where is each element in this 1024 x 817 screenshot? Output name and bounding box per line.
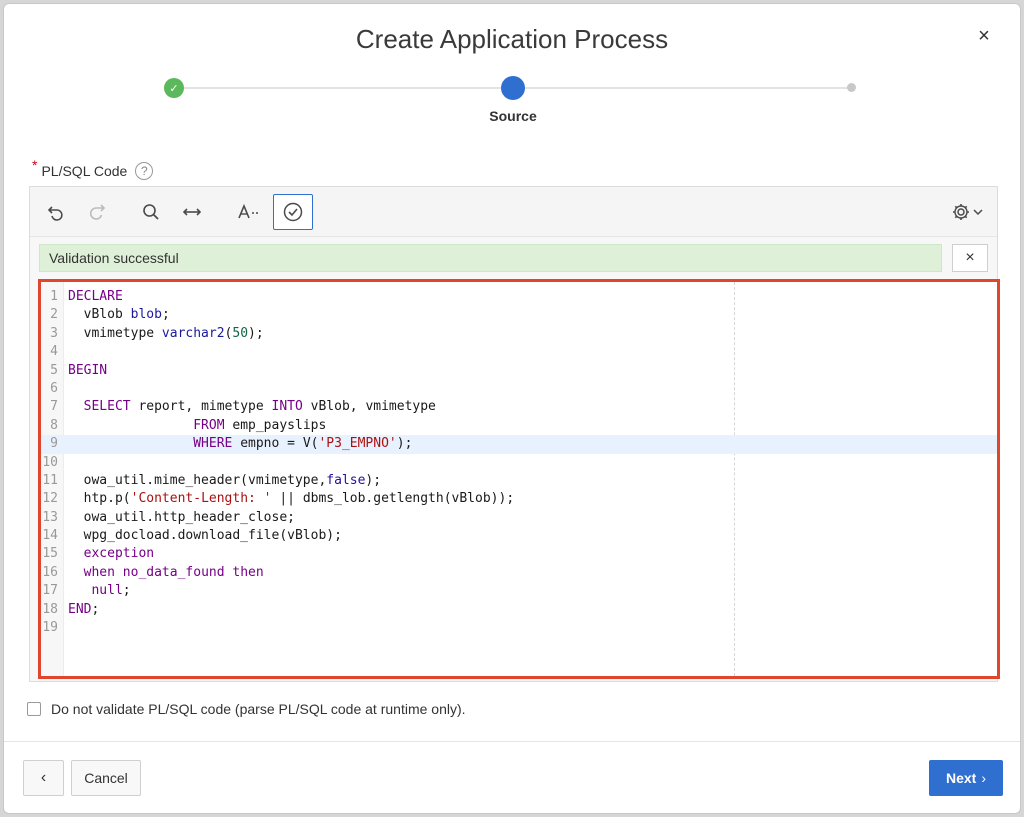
code-line: 13 owa_util.http_header_close; [41, 509, 997, 527]
code-line-text: when no_data_found then [83, 564, 264, 580]
code-line-text: owa_util.mime_header(vmimetype,false); [68, 472, 382, 488]
line-number: 18 [42, 601, 58, 617]
line-number: 19 [42, 620, 58, 636]
line-number: 8 [50, 417, 58, 433]
code-text-area[interactable]: 1 DECLARE 2 vBlob blob; 3 vmimetype varchar… [38, 279, 1000, 679]
code-lines: 1 DECLARE 2 vBlob blob; 3 vmimetype varchar… [41, 288, 997, 637]
wizard-track-left [174, 87, 514, 89]
code-line: 16 when no_data_found then [41, 564, 997, 582]
chevron-down-icon [973, 209, 983, 216]
check-icon: ✓ [169, 81, 179, 95]
line-number: 1 [50, 289, 58, 304]
redo-button[interactable] [77, 194, 117, 230]
wizard-step-label: Source [489, 108, 537, 124]
line-number: 13 [42, 509, 58, 525]
code-line-text: DECLARE [68, 289, 123, 304]
line-number: 14 [42, 528, 58, 544]
code-line: 18 END; [41, 601, 997, 619]
line-number: 2 [50, 307, 58, 323]
create-process-dialog: Create Application Process × ✓ Source * … [3, 3, 1021, 814]
validation-message: Validation successful [39, 244, 942, 272]
text-size-button[interactable] [228, 194, 268, 230]
settings-gear-icon [953, 204, 969, 220]
chevron-right-icon: › [981, 770, 987, 786]
help-icon[interactable]: ? [135, 162, 154, 180]
code-line: 4 [41, 343, 997, 361]
code-line: 11 owa_util.mime_header(vmimetype,false)… [41, 472, 997, 490]
validate-button[interactable] [273, 194, 313, 230]
redo-icon [89, 204, 106, 220]
validate-check-icon [283, 202, 303, 222]
code-line-text: SELECT report, mimetype INTO vBlob, vmim… [83, 399, 436, 415]
search-button[interactable] [131, 194, 171, 230]
code-line: 12 htp.p('Content-Length: ' || dbms_lob.… [41, 490, 997, 508]
line-number: 11 [42, 472, 58, 488]
code-line-text: wpg_docload.download_file(vBlob); [68, 528, 342, 544]
wizard-track-right [514, 87, 852, 89]
line-wrap-button[interactable] [172, 194, 212, 230]
code-line: 6 [41, 380, 997, 398]
code-line-text: vBlob blob; [68, 307, 170, 323]
wizard-step-pending [847, 83, 856, 92]
previous-button[interactable]: ‹ [23, 760, 64, 796]
code-line-text: END; [68, 601, 100, 617]
arrows-horizontal-icon [182, 208, 202, 216]
no-validate-checkbox[interactable] [27, 702, 41, 716]
code-line: 2 vBlob blob; [41, 306, 997, 324]
no-validate-option: Do not validate PL/SQL code (parse PL/SQ… [27, 701, 466, 717]
line-number: 3 [50, 325, 58, 341]
undo-icon [47, 206, 63, 221]
plsql-code-label-row: * PL/SQL Code ? [32, 157, 154, 180]
line-number: 4 [50, 344, 58, 360]
next-button[interactable]: Next › [929, 760, 1003, 796]
required-indicator: * [32, 157, 38, 173]
line-number: 12 [42, 491, 58, 507]
code-editor: Validation successful × 1 DECLARE 2 vBlob … [29, 186, 1000, 682]
dismiss-validation-button[interactable]: × [952, 244, 988, 272]
chevron-left-icon: ‹ [40, 769, 47, 786]
code-line-text: htp.p('Content-Length: ' || dbms_lob.get… [68, 491, 515, 507]
footer-divider [4, 741, 1020, 742]
line-number: 16 [42, 564, 58, 580]
code-line: 14 wpg_docload.download_file(vBlob); [41, 527, 997, 545]
line-number: 17 [42, 583, 58, 599]
line-number: 15 [42, 546, 58, 562]
code-line-text: null; [91, 583, 131, 599]
code-line: 17 null; [41, 582, 997, 600]
line-number: 5 [50, 362, 58, 378]
text-size-icon [238, 203, 258, 219]
wizard-step-done: ✓ [164, 78, 184, 98]
code-line-text: FROM emp_payslips [193, 417, 327, 433]
search-icon [143, 204, 159, 220]
plsql-code-label: PL/SQL Code [41, 163, 128, 179]
code-line-text: exception [83, 546, 155, 562]
code-line: 1 DECLARE [41, 288, 997, 306]
editor-toolbar [30, 187, 997, 237]
settings-menu-button[interactable] [942, 194, 992, 230]
code-line: 10 [41, 454, 997, 472]
code-line-text: owa_util.http_header_close; [68, 509, 295, 525]
close-dialog-button[interactable]: × [974, 26, 994, 46]
undo-button[interactable] [36, 194, 76, 230]
code-line: 15 exception [41, 545, 997, 563]
no-validate-label: Do not validate PL/SQL code (parse PL/SQ… [51, 701, 466, 717]
line-number: 10 [42, 454, 58, 470]
line-number: 6 [50, 380, 58, 396]
code-line: 8 FROM emp_payslips [41, 417, 997, 435]
line-number: 9 [50, 436, 58, 452]
cancel-button[interactable]: Cancel [71, 760, 141, 796]
next-button-label: Next [945, 770, 977, 786]
line-number: 7 [50, 399, 58, 415]
code-line: 19 [41, 619, 997, 637]
code-line-text: BEGIN [68, 362, 108, 378]
code-line-text: vmimetype varchar2(50); [68, 325, 264, 341]
code-line: 7 SELECT report, mimetype INTO vBlob, vm… [41, 398, 997, 416]
dialog-title: Create Application Process [355, 24, 669, 54]
code-line: 3 vmimetype varchar2(50); [41, 325, 997, 343]
code-line-text: WHERE empno = V('P3_EMPNO'); [193, 436, 413, 452]
code-line: 5 BEGIN [41, 362, 997, 380]
code-line: 9 WHERE empno = V('P3_EMPNO'); [41, 435, 997, 454]
wizard-step-active [501, 76, 525, 100]
